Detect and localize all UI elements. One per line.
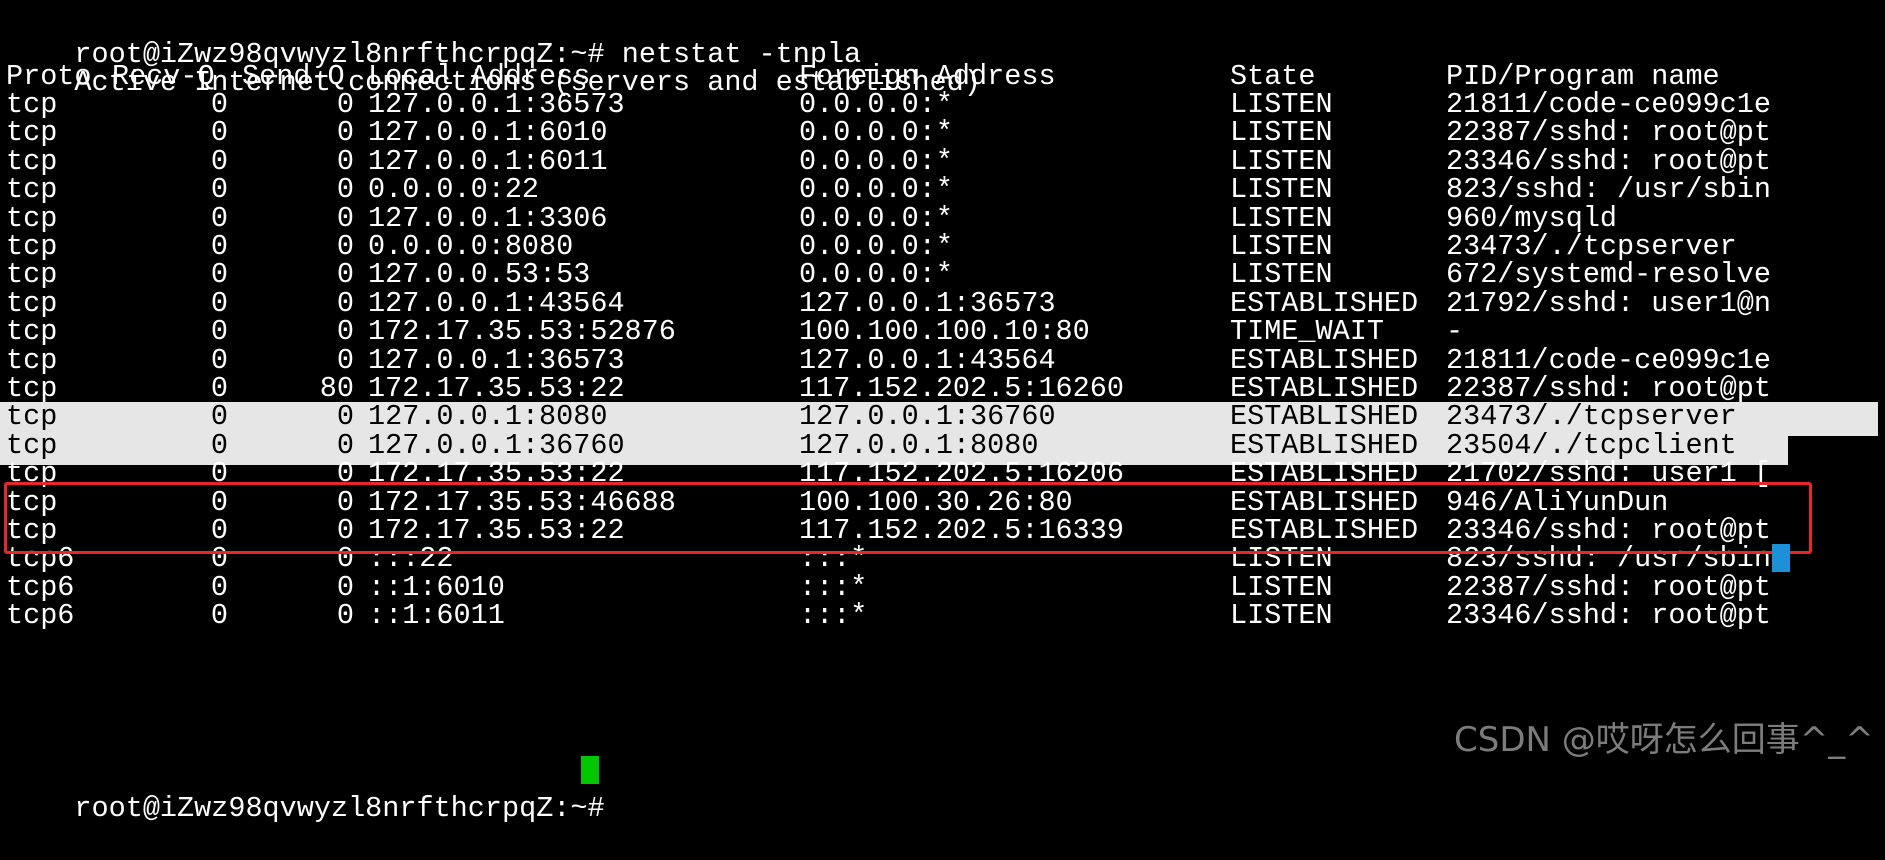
state-cell: LISTEN (1230, 599, 1333, 633)
watermark: CSDN @哎呀怎么回事^_^ (1454, 720, 1874, 760)
pid-program-cell: 23346/sshd: root@pt (1446, 599, 1771, 633)
terminal-cursor (581, 756, 599, 784)
foreign-address-cell: :::* (799, 599, 868, 633)
pid-program-cell: 21792/sshd: user1@n (1446, 286, 1771, 320)
terminal-window[interactable]: root@iZwz98qvwyzl8nrfthcrpqZ:~# netstat … (0, 0, 1885, 825)
recvq-cell: 0 (210, 599, 228, 633)
local-address-cell: ::1:6011 (368, 599, 505, 633)
sendq-cell: 0 (336, 599, 354, 633)
selection-marker (1772, 544, 1790, 572)
proto-cell: tcp6 (6, 599, 75, 633)
next-prompt-line: root@iZwz98qvwyzl8nrfthcrpqZ:~# (6, 758, 622, 825)
next-prompt-text: root@iZwz98qvwyzl8nrfthcrpqZ:~# (74, 792, 622, 825)
highlight-annotation-box (4, 482, 1812, 554)
